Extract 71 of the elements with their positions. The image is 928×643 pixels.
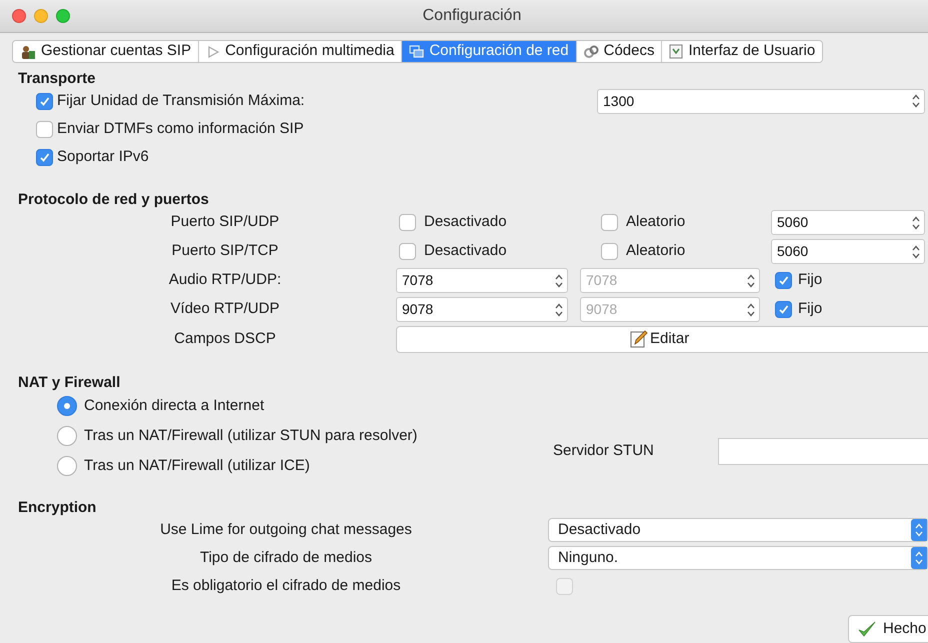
field-label: Puerto SIP/TCP <box>170 241 280 262</box>
checkbox-label: Desactivado <box>424 241 507 262</box>
checkbox-label: Fijo <box>798 299 822 320</box>
section-heading: Transporte <box>18 70 97 87</box>
radio-label: Tras un NAT/Firewall (utilizar STUN para resolver) <box>84 426 418 446</box>
checkbox[interactable] <box>399 214 416 231</box>
document-icon <box>669 44 684 59</box>
radio-button[interactable] <box>57 426 77 446</box>
stepper-icon[interactable] <box>912 214 920 230</box>
pencil-icon <box>630 330 648 348</box>
checkbox[interactable] <box>36 120 53 138</box>
radio-button[interactable] <box>57 456 77 476</box>
checkbox[interactable] <box>775 272 792 289</box>
checkbox-label: Aleatorio <box>626 212 686 232</box>
section-heading: Protocolo de red y puertos <box>18 191 210 208</box>
field-label: Use Lime for outgoing chat messages <box>159 520 413 540</box>
stepper-icon[interactable] <box>911 547 927 569</box>
minimize-icon[interactable] <box>34 9 48 23</box>
section-heading: NAT y Firewall <box>18 374 122 391</box>
close-icon[interactable] <box>12 9 26 23</box>
zoom-icon[interactable] <box>56 9 70 23</box>
checkbox-label: Soportar IPv6 <box>57 146 149 167</box>
section-heading: Encryption <box>18 499 98 516</box>
play-icon <box>206 44 220 58</box>
checkbox-label: Desactivado <box>424 212 507 232</box>
checkbox-label: Enviar DTMFs como información SIP <box>57 118 304 139</box>
checkbox[interactable] <box>399 243 416 260</box>
edit-button[interactable]: Editar <box>396 326 928 352</box>
radio-label: Tras un NAT/Firewall (utilizar ICE) <box>84 456 310 476</box>
checkbox-label: Fijar Unidad de Transmisión Máxima: <box>57 90 305 111</box>
checkbox[interactable] <box>36 148 53 166</box>
spin-box[interactable]: 1300 <box>597 88 925 114</box>
done-button[interactable]: Hecho <box>848 615 928 643</box>
stepper-icon[interactable] <box>555 272 563 288</box>
radio-button[interactable] <box>57 396 77 416</box>
checkbox[interactable] <box>775 301 792 318</box>
field-label: Campos DSCP <box>173 328 277 349</box>
dropdown[interactable]: Desactivado <box>548 518 928 542</box>
stepper-icon[interactable] <box>555 302 563 318</box>
field-label: Vídeo RTP/UDP <box>170 299 280 320</box>
radio-label: Conexión directa a Internet <box>84 396 264 416</box>
people-icon <box>20 44 36 60</box>
checkbox-label: Aleatorio <box>626 241 686 262</box>
field-label: Audio RTP/UDP: <box>168 270 282 290</box>
checkmark-icon <box>857 620 877 638</box>
checkbox[interactable] <box>36 92 53 110</box>
spin-box[interactable]: 5060 <box>771 239 925 264</box>
checkbox[interactable] <box>601 243 618 260</box>
windows-icon <box>409 44 424 58</box>
field-label: Tipo de cifrado de medios <box>198 548 374 568</box>
tab[interactable]: Configuración de red <box>401 41 576 62</box>
check-icon <box>778 275 789 286</box>
stepper-icon[interactable] <box>912 93 920 109</box>
spin-box[interactable]: 9078 <box>396 297 568 322</box>
check-icon <box>778 304 789 315</box>
field-label: Es obligatorio el cifrado de medios <box>170 576 402 596</box>
rings-icon <box>584 44 599 58</box>
window-title: Configuración <box>422 6 522 26</box>
dropdown[interactable]: Ninguno. <box>548 546 928 570</box>
checkbox[interactable] <box>601 214 618 231</box>
tab[interactable]: Interfaz de Usuario <box>661 41 822 62</box>
stepper-icon[interactable] <box>911 519 927 541</box>
spin-box[interactable]: 5060 <box>771 210 925 235</box>
check-icon <box>39 96 50 106</box>
stun-server-field[interactable] <box>718 438 928 464</box>
check-icon <box>39 152 50 162</box>
spin-box[interactable]: 7078 <box>396 268 568 293</box>
stepper-icon[interactable] <box>912 244 920 260</box>
field-label: Puerto SIP/UDP <box>170 212 280 232</box>
field-label: Servidor STUN <box>553 440 655 461</box>
checkbox-label: Fijo <box>798 270 822 290</box>
